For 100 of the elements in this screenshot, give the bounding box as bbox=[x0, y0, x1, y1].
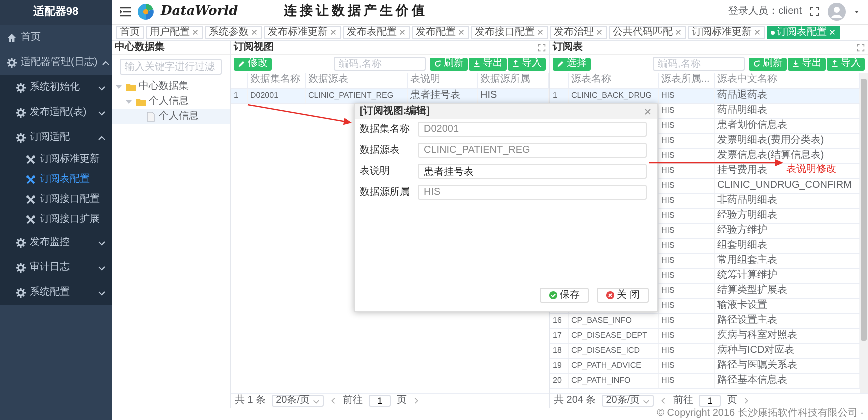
panel-title: 订阅表 bbox=[553, 42, 583, 54]
close-icon[interactable] bbox=[192, 29, 199, 36]
page-input[interactable]: 1 bbox=[699, 395, 722, 407]
search-field[interactable]: 编码,名称 bbox=[653, 57, 745, 71]
table-cell: 路径与医嘱关系表 bbox=[714, 358, 860, 373]
close-icon[interactable] bbox=[754, 29, 761, 36]
close-icon[interactable] bbox=[537, 29, 544, 36]
tab[interactable]: 发布接口配置 bbox=[471, 26, 548, 39]
expand-icon[interactable] bbox=[538, 44, 546, 52]
tab[interactable]: 公共代码匹配 bbox=[609, 26, 686, 39]
column-header: 数据集名称 bbox=[247, 73, 305, 88]
chevron-down-icon bbox=[643, 398, 650, 404]
table-cell: CP_PATH_ADVICE bbox=[568, 358, 658, 373]
table-cell: HIS bbox=[658, 358, 714, 373]
table-row[interactable]: 20 CP_PATH_INFO HIS 路径基本信息表 bbox=[550, 373, 860, 388]
close-icon[interactable] bbox=[644, 108, 652, 116]
tab[interactable]: 用户配置 bbox=[146, 26, 203, 39]
table-cell: CP_PATH_INFO bbox=[568, 373, 658, 388]
tab[interactable]: 发布标准更新 bbox=[264, 26, 341, 39]
refresh-icon bbox=[434, 60, 442, 68]
file-icon bbox=[146, 112, 156, 122]
table-cell: HIS bbox=[658, 313, 714, 328]
app-title: 适配器98 bbox=[0, 0, 112, 25]
close-icon[interactable] bbox=[330, 29, 337, 36]
logo-icon bbox=[137, 3, 155, 21]
fullscreen-icon[interactable] bbox=[810, 7, 820, 17]
field-label: 数据集名称 bbox=[360, 124, 411, 136]
sidebar-item[interactable]: 订阅标准更新 bbox=[0, 150, 112, 170]
next-page-button[interactable] bbox=[413, 397, 420, 405]
total-count: 共 204 条 bbox=[554, 395, 596, 407]
sidebar-item[interactable]: 订阅接口配置 bbox=[0, 190, 112, 210]
close-icon[interactable] bbox=[251, 29, 258, 36]
refresh-icon bbox=[753, 60, 761, 68]
annotation-text: 表说明修改 bbox=[786, 164, 836, 176]
sidebar-item[interactable]: 订阅适配 bbox=[0, 125, 112, 150]
tab[interactable]: 系统参数 bbox=[205, 26, 262, 39]
row-number: 18 bbox=[550, 343, 568, 358]
input-field[interactable]: HIS bbox=[418, 185, 647, 200]
table-cell: CLINIC_PATIENT_REG bbox=[305, 88, 407, 103]
sidebar-item[interactable]: 订阅接口扩展 bbox=[0, 210, 112, 230]
table-cell: 药品明细表 bbox=[714, 103, 860, 118]
tree-node[interactable]: 个人信息 bbox=[112, 109, 230, 124]
chevron-down-icon bbox=[98, 288, 106, 296]
download-icon bbox=[473, 60, 481, 68]
page-size-select[interactable]: 20条/页 bbox=[272, 395, 324, 407]
chevron-down-icon bbox=[98, 84, 106, 92]
table-cell: 输液卡设置 bbox=[714, 298, 860, 313]
home-icon bbox=[7, 32, 17, 42]
sidebar-item[interactable]: 系统初始化 bbox=[0, 75, 112, 100]
tab[interactable]: 订阅标准更新 bbox=[688, 26, 765, 39]
search-field[interactable]: 编码,名称 bbox=[334, 57, 426, 71]
dialog-button[interactable]: 保存 bbox=[540, 288, 590, 303]
check-circle-icon bbox=[549, 291, 558, 300]
crossed-tools-icon bbox=[26, 195, 36, 205]
table-row[interactable]: 19 CP_PATH_ADVICE HIS 路径与医嘱关系表 bbox=[550, 358, 860, 373]
row-number: 16 bbox=[550, 313, 568, 328]
table-row[interactable]: 1 D02001 CLINIC_PATIENT_REG 患者挂号表 HIS bbox=[231, 88, 548, 103]
page-size-select[interactable]: 20条/页 bbox=[602, 395, 654, 407]
gear-icon bbox=[7, 58, 17, 68]
close-icon[interactable] bbox=[675, 29, 682, 36]
tab[interactable]: 发布表配置 bbox=[343, 26, 410, 39]
table-row[interactable]: 1 CLINIC_BACK_DRUG HIS 药品退药表 bbox=[550, 88, 860, 103]
table-row[interactable]: 18 CP_DISEASE_ICD HIS 病种与ICD对应表 bbox=[550, 343, 860, 358]
caret-icon[interactable] bbox=[854, 9, 860, 15]
column-header: 数据源表 bbox=[305, 73, 407, 88]
close-icon[interactable] bbox=[458, 29, 465, 36]
sidebar-item[interactable]: 发布适配(表) bbox=[0, 100, 112, 125]
column-header: 表说明 bbox=[407, 73, 477, 88]
table-row[interactable]: 17 CP_DISEASE_DEPT HIS 疾病与科室对照表 bbox=[550, 328, 860, 343]
input-field[interactable]: CLINIC_PATIENT_REG bbox=[418, 143, 647, 158]
sidebar-item[interactable]: 系统配置 bbox=[0, 280, 112, 305]
avatar-icon[interactable] bbox=[828, 3, 846, 21]
tab[interactable]: 发布配置 bbox=[412, 26, 469, 39]
close-icon[interactable] bbox=[596, 29, 603, 36]
menu-icon[interactable] bbox=[120, 7, 131, 17]
tab[interactable]: 首页 bbox=[116, 26, 144, 39]
dialog-button[interactable]: 关 闭 bbox=[597, 288, 649, 303]
input-field[interactable]: D02001 bbox=[418, 122, 647, 137]
next-page-button[interactable] bbox=[743, 397, 750, 405]
input-field[interactable]: 患者挂号表 bbox=[418, 164, 647, 179]
tree-node[interactable]: 中心数据集 bbox=[112, 79, 230, 94]
sidebar-item[interactable]: 订阅表配置 bbox=[0, 170, 112, 190]
tab[interactable]: 发布治理 bbox=[550, 26, 607, 39]
table-cell: 发票明细表(费用分类表) bbox=[714, 133, 860, 148]
scrollbar[interactable] bbox=[860, 73, 868, 393]
filter-field[interactable]: 输入关键字进行过滤 bbox=[120, 59, 222, 75]
expand-icon[interactable] bbox=[857, 44, 865, 52]
sidebar-item[interactable]: 发布监控 bbox=[0, 230, 112, 255]
close-icon[interactable] bbox=[399, 29, 406, 36]
prev-page-button[interactable] bbox=[660, 397, 668, 405]
sidebar-item[interactable]: 适配器管理(日志) bbox=[0, 50, 112, 75]
sidebar-item[interactable]: 审计日志 bbox=[0, 255, 112, 280]
panel-title: 中心数据集 bbox=[115, 42, 165, 54]
table-cell: 经验方维护 bbox=[714, 223, 860, 238]
sidebar-item[interactable]: 首页 bbox=[0, 25, 112, 50]
table-row[interactable]: 16 CP_BASE_INFO HIS 路径设置主表 bbox=[550, 313, 860, 328]
slogan: 连接让数据产生价值 bbox=[284, 4, 428, 20]
tree-node[interactable]: 个人信息 bbox=[112, 94, 230, 109]
prev-page-button[interactable] bbox=[330, 397, 338, 405]
page-input[interactable]: 1 bbox=[369, 395, 392, 407]
